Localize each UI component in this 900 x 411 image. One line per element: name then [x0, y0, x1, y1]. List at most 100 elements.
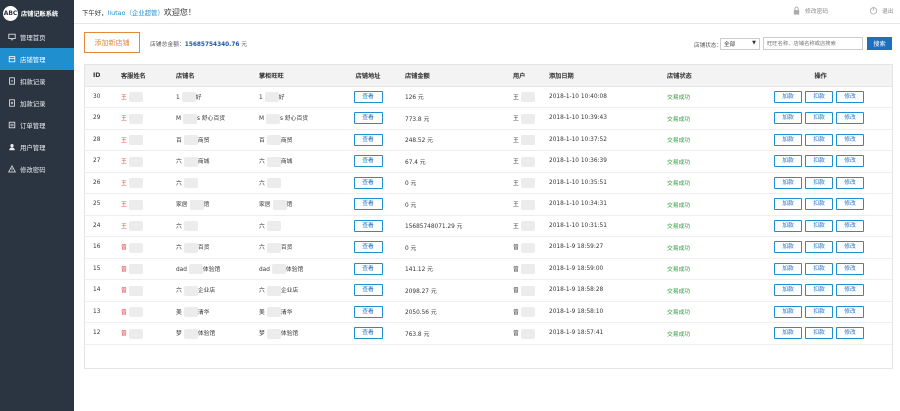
cell-shop: 梦 体验馆 — [168, 322, 251, 345]
cell-id: 30 — [85, 86, 113, 108]
deduct-funds-button[interactable]: 扣款 — [805, 327, 833, 340]
edit-button[interactable]: 修改 — [836, 90, 864, 103]
cell-staff: 王 — [113, 86, 168, 108]
status-select[interactable]: 全部 ▼ — [720, 38, 760, 50]
add-funds-button[interactable]: 加款 — [774, 112, 802, 125]
edit-button[interactable]: 修改 — [836, 327, 864, 340]
edit-button[interactable]: 修改 — [836, 262, 864, 275]
edit-button[interactable]: 修改 — [836, 155, 864, 168]
deduct-funds-button[interactable]: 扣款 — [805, 305, 833, 318]
add-funds-button[interactable]: 加款 — [774, 133, 802, 146]
deduct-funds-button[interactable]: 扣款 — [805, 284, 833, 297]
deduct-funds-button[interactable]: 扣款 — [805, 112, 833, 125]
cell-user: 王 — [505, 193, 541, 216]
view-address-button[interactable]: 查看 — [353, 112, 383, 125]
deduct-funds-button[interactable]: 扣款 — [805, 219, 833, 232]
sidebar-item-5[interactable]: 用户管理 — [0, 136, 74, 158]
cell-wangwang: 梦 体验馆 — [251, 322, 339, 345]
search-input[interactable] — [763, 37, 863, 50]
add-funds-button[interactable]: 加款 — [774, 176, 802, 189]
username[interactable]: liutao（企业超管） — [108, 9, 164, 17]
add-funds-button[interactable]: 加款 — [774, 262, 802, 275]
view-address-button[interactable]: 查看 — [353, 241, 383, 254]
cell-shop: 六 企业店 — [168, 279, 251, 302]
lock-icon — [793, 6, 800, 15]
greeting: 下午好，liutao（企业超管）欢迎您！ — [82, 7, 196, 18]
col-id: ID — [85, 65, 113, 87]
redacted-block — [266, 135, 281, 145]
redacted-block — [128, 285, 143, 296]
deduct-funds-button[interactable]: 扣款 — [805, 262, 833, 275]
staff-name: 曾 — [121, 288, 127, 294]
sidebar-item-4[interactable]: 订单管理 — [0, 114, 74, 136]
shop-name: 梦 — [176, 331, 182, 337]
view-address-button[interactable]: 查看 — [353, 262, 383, 275]
sidebar-item-0[interactable]: 管理首页 — [0, 26, 74, 48]
sidebar-item-1[interactable]: 店铺管理 — [0, 48, 74, 70]
cell-staff: 王 — [113, 215, 168, 237]
redacted-block — [266, 156, 281, 167]
deduct-funds-button[interactable]: 扣款 — [805, 155, 833, 168]
redacted-block — [183, 113, 198, 124]
add-funds-button[interactable]: 加款 — [774, 305, 802, 318]
minus-doc-icon — [7, 77, 16, 86]
sidebar-item-2[interactable]: 扣款记录 — [0, 70, 74, 92]
deduct-funds-button[interactable]: 扣款 — [805, 133, 833, 146]
change-password-link[interactable]: 修改密码 — [792, 6, 828, 15]
deduct-funds-button[interactable]: 扣款 — [805, 241, 833, 254]
shop-name-suffix: 体验馆 — [202, 266, 221, 273]
edit-button[interactable]: 修改 — [836, 241, 864, 254]
table-row: 29 王 Ms 舒心百货 Ms 舒心百货 查看 773.8 元王 2018-1-10 10:… — [85, 107, 892, 130]
view-address-button[interactable]: 查看 — [353, 284, 383, 297]
staff-name: 曾 — [121, 245, 127, 251]
cell-user: 曾 — [505, 301, 541, 323]
add-funds-button[interactable]: 加款 — [774, 241, 802, 254]
view-address-button[interactable]: 查看 — [353, 176, 383, 189]
cell-actions: 加款 扣款 修改 — [749, 129, 892, 151]
edit-button[interactable]: 修改 — [836, 198, 864, 211]
search-button[interactable]: 搜索 — [867, 37, 892, 50]
deduct-funds-button[interactable]: 扣款 — [805, 198, 833, 211]
table-row: 12 曾 梦 体验馆 梦 体验馆 查看 763.8 元 曾 2018-1-9 18:57:41 交易… — [85, 322, 892, 345]
sidebar-item-3[interactable]: 加款记录 — [0, 92, 74, 114]
cell-actions: 加款 扣款 修改 — [749, 301, 892, 323]
add-funds-button[interactable]: 加款 — [774, 219, 802, 232]
view-address-button[interactable]: 查看 — [353, 133, 383, 146]
logout-link[interactable]: 退出 — [869, 6, 894, 15]
staff-name: 王 — [121, 94, 127, 101]
edit-button[interactable]: 修改 — [836, 133, 864, 146]
add-funds-button[interactable]: 加款 — [774, 198, 802, 211]
redacted-block — [266, 178, 281, 188]
shop-name-suffix: 好 — [195, 94, 202, 101]
view-address-button[interactable]: 查看 — [353, 155, 383, 168]
edit-button[interactable]: 修改 — [836, 176, 864, 189]
add-funds-button[interactable]: 加款 — [774, 155, 802, 168]
add-funds-button[interactable]: 加款 — [774, 327, 802, 340]
cell-staff: 曾 — [113, 322, 168, 345]
edit-button[interactable]: 修改 — [836, 284, 864, 297]
redacted-block — [520, 285, 535, 296]
redacted-block — [183, 307, 198, 317]
view-address-button[interactable]: 查看 — [353, 327, 383, 340]
edit-button[interactable]: 修改 — [836, 305, 864, 318]
user-name: 曾 — [513, 288, 519, 294]
add-shop-button[interactable]: 添加新店铺 — [84, 32, 140, 53]
edit-button[interactable]: 修改 — [836, 219, 864, 232]
view-address-button[interactable]: 查看 — [353, 305, 383, 318]
cell-staff: 曾 — [113, 301, 168, 323]
edit-button[interactable]: 修改 — [836, 112, 864, 125]
view-address-button[interactable]: 查看 — [353, 219, 383, 232]
col-staff: 客服姓名 — [113, 65, 168, 87]
cell-id: 28 — [85, 129, 113, 151]
view-address-button[interactable]: 查看 — [353, 90, 383, 103]
redacted-block — [181, 92, 196, 102]
shop-name: 1 — [176, 94, 180, 101]
add-funds-button[interactable]: 加款 — [774, 284, 802, 297]
deduct-funds-button[interactable]: 扣款 — [805, 176, 833, 189]
deduct-funds-button[interactable]: 扣款 — [805, 90, 833, 103]
view-address-button[interactable]: 查看 — [353, 198, 383, 211]
cell-date: 2018-1-9 18:58:10 — [541, 301, 659, 323]
add-funds-button[interactable]: 加款 — [774, 90, 802, 103]
sidebar-item-6[interactable]: 修改密码 — [0, 158, 74, 180]
cell-amount: 0 元 — [397, 236, 505, 259]
